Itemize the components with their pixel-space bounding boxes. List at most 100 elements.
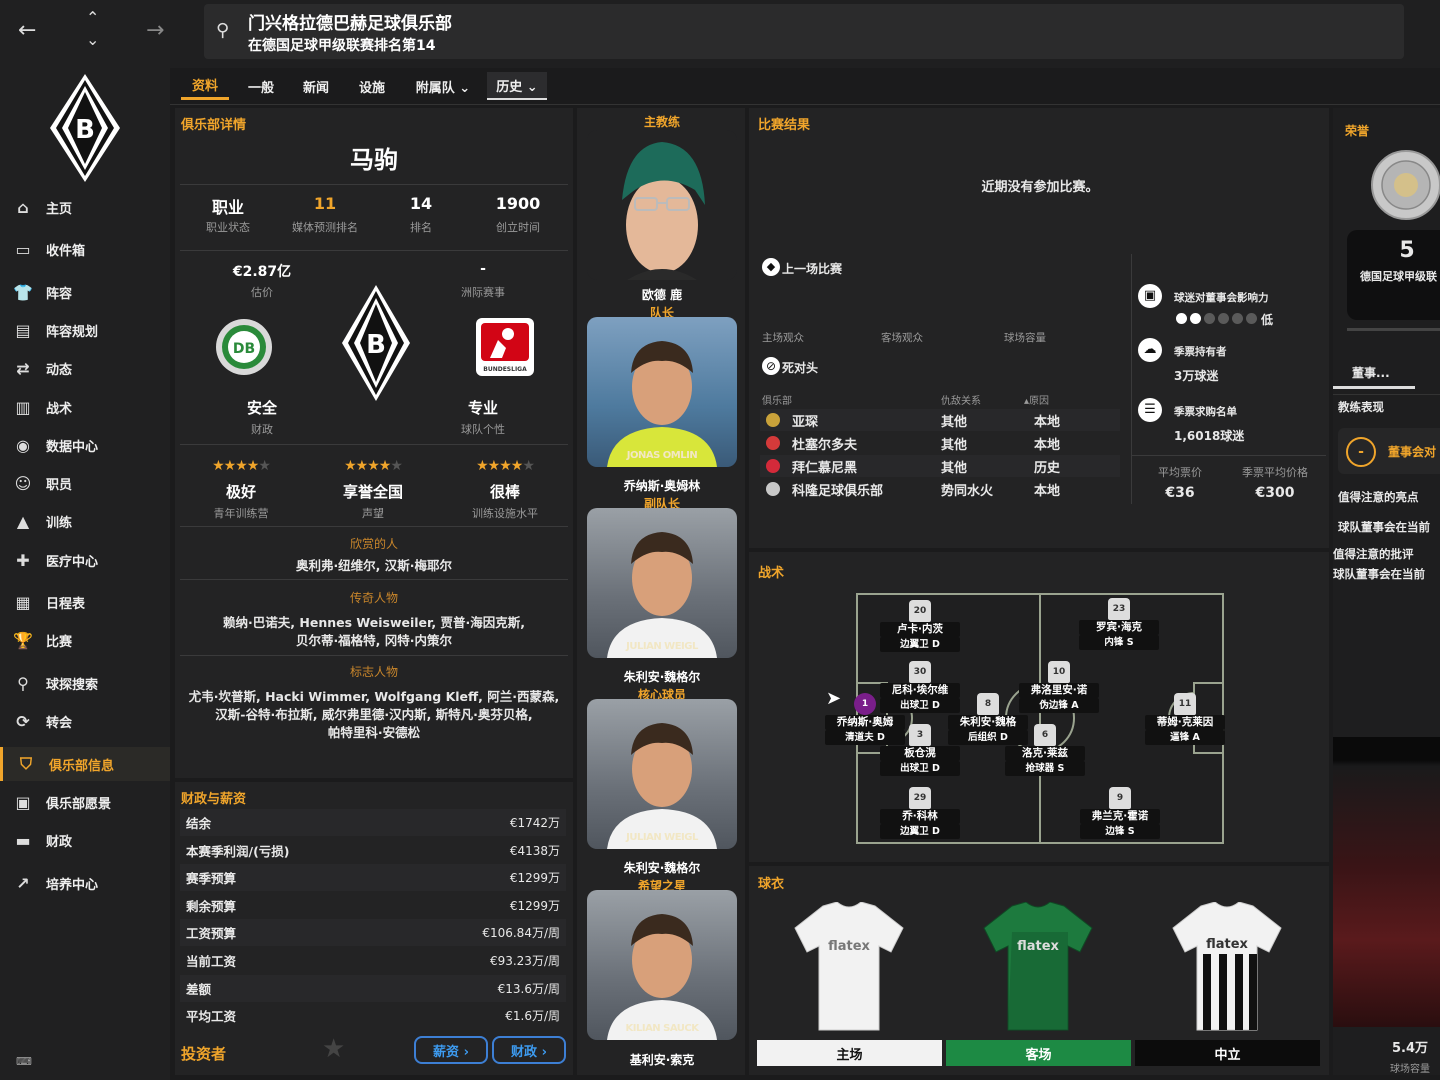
sidebar-item-training[interactable]: ▲ 训练 (0, 504, 170, 538)
sidebar-item-finance[interactable]: ▬ 财政 (0, 823, 170, 857)
rival-row[interactable]: 拜仁慕尼黑 其他 历史 (760, 455, 1120, 477)
sidebar-item-shirt[interactable]: 👕 阵容 (0, 275, 170, 309)
tab-0[interactable]: 资料 (181, 72, 229, 100)
tactic-player[interactable]: 10 弗洛里安·诺 伪边锋 A (1019, 661, 1099, 713)
tab-5[interactable]: 历史 ⌄ (487, 72, 547, 100)
rivals-header-relation[interactable]: 仇敌关系 (941, 392, 981, 407)
back-button[interactable]: ← (18, 18, 36, 43)
sidebar-item-search[interactable]: ⚲ 球探搜索 (0, 666, 170, 700)
sidebar-item-label: 医疗中心 (46, 554, 99, 570)
salary-button[interactable]: 薪资 › (414, 1036, 488, 1064)
staff-name[interactable]: 朱利安·魏格尔 (587, 668, 737, 685)
tactic-player[interactable]: 20 卢卡·内茨 边翼卫 D (880, 600, 960, 652)
up-button[interactable]: ⌃ (86, 8, 99, 27)
stadium-image (1333, 737, 1440, 1027)
finance-button[interactable]: 财政 › (492, 1036, 566, 1064)
tab-4[interactable]: 附属队 ⌄ (408, 72, 478, 100)
sidebar-item-shield[interactable]: ⛉ 俱乐部信息 (0, 747, 170, 781)
sidebar-item-tactics[interactable]: ▥ 战术 (0, 390, 170, 424)
player-shirt-icon: 8 (977, 693, 999, 715)
tab-2[interactable]: 新闻 (295, 72, 337, 100)
sidebar-item-label: 主页 (46, 201, 73, 217)
club-value-label: 估价 (251, 286, 273, 299)
finance-row: 结余 €1742万 (180, 809, 566, 836)
tactic-player[interactable]: 6 洛克·莱兹 抢球器 S (1005, 724, 1085, 776)
away-kit-button[interactable]: 客场 (946, 1040, 1131, 1066)
sidebar-item-inbox[interactable]: ▭ 收件箱 (0, 232, 170, 266)
finance-row-value: €106.84万/周 (482, 926, 560, 941)
club-crest: B (342, 285, 410, 401)
sidebar-item-transfer[interactable]: ⟳ 转会 (0, 704, 170, 738)
staff-name[interactable]: 朱利安·魏格尔 (587, 859, 737, 876)
tactic-player[interactable]: 9 弗兰克·霍诺 边锋 S (1080, 787, 1160, 839)
sidebar-item-calendar[interactable]: ▦ 日程表 (0, 585, 170, 619)
critic-title: 值得注意的批评 (1333, 547, 1414, 561)
season-price-label: 季票平均价格 (1242, 466, 1308, 479)
rival-club: 拜仁慕尼黑 (792, 460, 858, 476)
last-match-label[interactable]: 上一场比赛 (782, 260, 842, 277)
waitlist-label: 季票求购名单 (1174, 406, 1237, 418)
sidebar-item-clipboard[interactable]: ▤ 阵容规划 (0, 313, 170, 347)
away-kit[interactable]: flatex (982, 902, 1094, 1034)
investors-label[interactable]: 投资者 (181, 1043, 226, 1064)
home-kit-button[interactable]: 主场 (757, 1040, 942, 1066)
tactic-player[interactable]: 29 乔·科林 边翼卫 D (880, 787, 960, 839)
staff-name[interactable]: 乔纳斯·奥姆林 (587, 477, 737, 494)
finance-row-label: 结余 (186, 816, 212, 831)
down-button[interactable]: ⌄ (86, 30, 99, 49)
tab-3[interactable]: 设施 (351, 72, 393, 100)
coach-performance-label: 教练表现 (1338, 400, 1384, 414)
player-portrait[interactable]: JONAS OMLIN (587, 317, 737, 467)
club-personality-label: 球队个性 (461, 423, 505, 436)
dfb-logo: DB (216, 319, 272, 375)
svg-text:flatex: flatex (1206, 937, 1248, 952)
staff-name[interactable]: 基利安·索克 (587, 1051, 737, 1068)
club-logo: B (50, 74, 120, 182)
influence-dot (1190, 313, 1201, 324)
tactic-player[interactable]: 3 板仓滉 出球卫 D (880, 724, 960, 776)
rival-row[interactable]: 科隆足球俱乐部 势同水火 本地 (760, 478, 1120, 500)
sidebar-item-trophy[interactable]: 🏆 比赛 (0, 623, 170, 657)
forward-button[interactable]: → (146, 18, 164, 43)
player-portrait[interactable]: KILIAN SAUCK (587, 890, 737, 1040)
player-name: 弗兰克·霍诺 (1080, 809, 1160, 824)
home-kit[interactable]: flatex (793, 902, 905, 1034)
rival-row[interactable]: 亚琛 其他 本地 (760, 409, 1120, 431)
sidebar-item-development[interactable]: ↗ 培养中心 (0, 866, 170, 900)
sidebar-item-vision[interactable]: ▣ 俱乐部愿景 (0, 785, 170, 819)
sidebar-item-home[interactable]: ⌂ 主页 (0, 190, 170, 224)
search-box[interactable]: ⚲ 门兴格拉德巴赫足球俱乐部 在德国足球甲级联赛排名第14 (204, 4, 1404, 59)
highlight-text: 球队董事会在当前 (1338, 520, 1430, 534)
player-role: 边翼卫 D (880, 824, 960, 839)
sidebar-item-staff[interactable]: ☺ 职员 (0, 466, 170, 500)
third-kit[interactable]: flatex (1171, 902, 1283, 1034)
admired-text: 奥利弗·纽维尔, 汉斯·梅耶尔 (295, 558, 453, 573)
honours-label: 德国足球甲级联 (1360, 270, 1437, 283)
keyboard-icon[interactable]: ⌨ (16, 1055, 32, 1068)
rivals-header-reason[interactable]: ▴原因 (1024, 392, 1049, 407)
rival-club: 科隆足球俱乐部 (792, 483, 884, 499)
player-portrait[interactable]: JULIAN WEIGL (587, 508, 737, 658)
manager-portrait[interactable] (587, 130, 737, 280)
tactic-player[interactable]: 23 罗宾·海克 内锋 S (1079, 598, 1159, 650)
tactic-player[interactable]: 11 蒂姆·克莱因 逼锋 A (1145, 693, 1225, 745)
board-status-icon: - (1346, 437, 1376, 467)
rival-row[interactable]: 杜塞尔多夫 其他 本地 (760, 432, 1120, 454)
sidebar-item-data[interactable]: ◉ 数据中心 (0, 428, 170, 462)
club-stat-value: 职业 (211, 198, 244, 217)
sidebar-item-dynamics[interactable]: ⇄ 动态 (0, 351, 170, 385)
board-tab-1[interactable]: 董事... (1352, 364, 1390, 381)
player-portrait[interactable]: JULIAN WEIGL (587, 699, 737, 849)
sidebar-item-label: 球探搜索 (46, 677, 99, 693)
tab-1[interactable]: 一般 (241, 72, 281, 100)
star-icon[interactable]: ★ (322, 1034, 345, 1064)
critic-text: 球队董事会在当前 (1333, 567, 1425, 581)
waitlist-value: 1,6018球迷 (1174, 429, 1245, 443)
rivals-header-club: 俱乐部 (762, 396, 792, 407)
third-kit-button[interactable]: 中立 (1135, 1040, 1320, 1066)
sidebar-item-label: 俱乐部信息 (49, 758, 115, 774)
shirt-icon: 👕 (13, 282, 33, 302)
player-role: 边锋 S (1080, 824, 1160, 839)
staff-name[interactable]: 欧德 鹿 (587, 286, 737, 303)
sidebar-item-medical[interactable]: ✚ 医疗中心 (0, 543, 170, 577)
